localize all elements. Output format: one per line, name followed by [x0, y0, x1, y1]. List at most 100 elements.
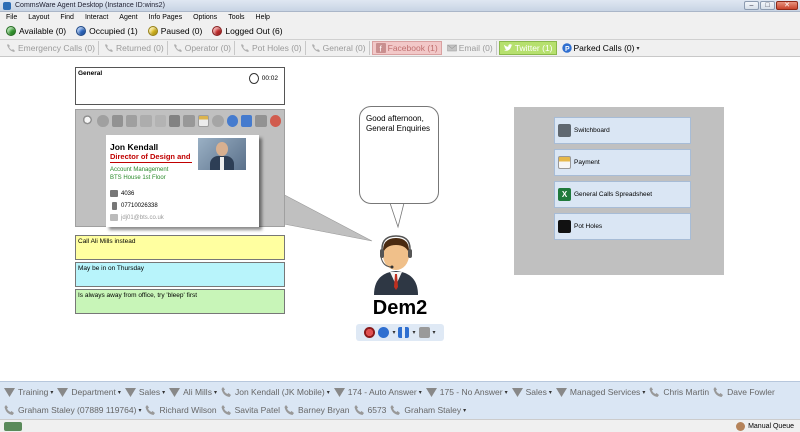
speed-dial-item[interactable]: Managed Services ▾ [555, 385, 645, 399]
speed-dial-item[interactable]: Graham Staley ▾ [389, 403, 466, 417]
close-button[interactable]: ✕ [776, 1, 798, 10]
speed-dial-label: Sales [525, 387, 547, 397]
contact-extension-row[interactable]: 4036 [110, 190, 134, 197]
queue-twitter[interactable]: Twitter (1) [498, 41, 557, 55]
menu-find[interactable]: Find [60, 14, 74, 21]
queue-pot-holes[interactable]: Pot Holes (0) [237, 41, 306, 55]
maximize-button[interactable]: □ [760, 1, 775, 10]
agent-tools-bar: ▾ ▾ ▾ [356, 324, 444, 341]
status-available[interactable]: Available (0) [6, 26, 66, 36]
queue-label: Email (0) [458, 43, 493, 53]
queue-label: Returned (0) [116, 43, 164, 53]
contact-mobile-row[interactable]: 07710026338 [110, 202, 158, 210]
info-icon[interactable] [378, 327, 390, 338]
call-queue-label: General [78, 70, 103, 77]
speed-dial-item[interactable]: Sales ▾ [511, 385, 552, 399]
phone-icon [713, 387, 724, 397]
note-item[interactable]: Call Ali Mills instead [75, 235, 285, 260]
record-icon[interactable] [364, 327, 376, 338]
info-page-payment[interactable]: Payment [554, 149, 691, 176]
speed-dial-item[interactable]: Graham Staley (07889 119764) ▾ [3, 403, 141, 417]
divider [110, 162, 192, 163]
info-page-general-calls-spreadsheet[interactable]: X General Calls Spreadsheet [554, 181, 691, 208]
queue-email[interactable]: Email (0) [444, 41, 497, 55]
chevron-down-icon[interactable]: ▾ [412, 329, 415, 336]
speed-dial-label: Managed Services [569, 387, 641, 397]
speed-dial-item[interactable]: 174 - Auto Answer ▾ [333, 385, 422, 399]
note-text: Call Ali Mills instead [78, 238, 136, 245]
speed-dial-item[interactable]: Dave Fowler [712, 385, 775, 399]
chevron-down-icon[interactable]: ▾ [433, 329, 436, 336]
menu-layout[interactable]: Layout [28, 14, 49, 21]
parked-calls-dropdown[interactable]: P Parked Calls (0) ▾ [559, 41, 643, 55]
speed-dial-label: Training [18, 387, 49, 397]
hangup-tool-icon[interactable] [255, 115, 267, 127]
pen-icon[interactable] [183, 115, 195, 127]
speed-dial-item[interactable]: 6573 [353, 403, 386, 417]
chevron-down-icon: ▾ [162, 389, 166, 396]
tools-icon[interactable] [418, 327, 430, 338]
note-item[interactable]: May be in on Thursday [75, 262, 285, 287]
minimize-button[interactable]: – [744, 1, 759, 10]
menu-agent[interactable]: Agent [119, 14, 137, 21]
document-icon[interactable] [154, 115, 167, 127]
desk-phone-icon [110, 190, 118, 197]
menu-options[interactable]: Options [193, 14, 217, 21]
park-icon[interactable] [226, 115, 238, 127]
speed-dial-item[interactable]: Department ▾ [56, 385, 121, 399]
cancel-icon[interactable] [97, 115, 109, 127]
speed-dial-item[interactable]: Ali Mills ▾ [168, 385, 217, 399]
status-logged-out[interactable]: Logged Out (6) [212, 26, 283, 36]
menu-info-pages[interactable]: Info Pages [149, 14, 182, 21]
manual-queue-indicator[interactable]: Manual Queue [736, 422, 794, 431]
contact-business-card[interactable]: Jon Kendall Director of Design and Accou… [106, 135, 259, 227]
search-icon[interactable] [83, 115, 95, 127]
speed-dial-item[interactable]: Savita Patel [220, 403, 280, 417]
window-controls: – □ ✕ [744, 1, 798, 10]
chevron-down-icon: ▾ [504, 389, 508, 396]
chevron-down-icon[interactable]: ▾ [392, 329, 395, 336]
info-page-switchboard[interactable]: Switchboard [554, 117, 691, 144]
contact-extension: 4036 [121, 190, 135, 197]
queue-operator[interactable]: Operator (0) [170, 41, 236, 55]
speed-dial-item[interactable]: Barney Bryan [283, 403, 350, 417]
speed-dial-bar: Training ▾ Department ▾ Sales ▾ Ali Mills ▾ … [0, 381, 800, 419]
pause-icon[interactable] [398, 327, 410, 338]
queue-general[interactable]: General (0) [308, 41, 370, 55]
queue-returned[interactable]: Returned (0) [101, 41, 168, 55]
queue-emergency-calls[interactable]: Emergency Calls (0) [3, 41, 99, 55]
menu-help[interactable]: Help [256, 14, 270, 21]
gear-icon[interactable] [212, 115, 224, 127]
contact-job-title: Director of Design and [110, 152, 191, 161]
phone-icon [221, 405, 231, 415]
speed-dial-item[interactable]: Sales ▾ [124, 385, 165, 399]
phone-icon [173, 44, 182, 52]
speed-dial-item[interactable]: 175 - No Answer ▾ [425, 385, 508, 399]
available-status-icon [6, 26, 16, 36]
note-item[interactable]: Is always away from office, try 'bleep' … [75, 289, 285, 314]
info-page-pot-holes[interactable]: Pot Holes [554, 213, 691, 240]
conference-icon[interactable] [126, 115, 138, 127]
speed-dial-item[interactable]: Jon Kendall (JK Mobile) ▾ [220, 385, 330, 399]
speed-dial-item[interactable]: Richard Wilson [144, 403, 217, 417]
phone-hangup-icon[interactable] [269, 115, 281, 127]
speed-dial-label: Department [71, 387, 116, 397]
speed-dial-item[interactable]: Chris Martin [648, 385, 709, 399]
menu-file[interactable]: File [6, 14, 17, 21]
menu-interact[interactable]: Interact [85, 14, 108, 21]
calendar-icon[interactable] [197, 115, 210, 127]
tools-icon[interactable] [169, 115, 181, 127]
note-icon[interactable] [140, 115, 152, 127]
pause-icon[interactable] [240, 115, 253, 127]
queue-facebook[interactable]: f Facebook (1) [371, 41, 442, 55]
menu-tools[interactable]: Tools [228, 14, 244, 21]
transfer-icon[interactable] [111, 115, 124, 127]
status-paused[interactable]: Paused (0) [147, 26, 202, 36]
contact-email-row[interactable]: jdj01@bts.co.uk [110, 214, 164, 221]
chevron-down-icon: ▾ [50, 389, 54, 396]
email-icon [446, 44, 457, 52]
speed-dial-item[interactable]: Training ▾ [3, 385, 53, 399]
speed-dial-label: Dave Fowler [727, 387, 775, 397]
status-occupied[interactable]: Occupied (1) [76, 26, 138, 36]
call-toolbar [79, 113, 281, 129]
